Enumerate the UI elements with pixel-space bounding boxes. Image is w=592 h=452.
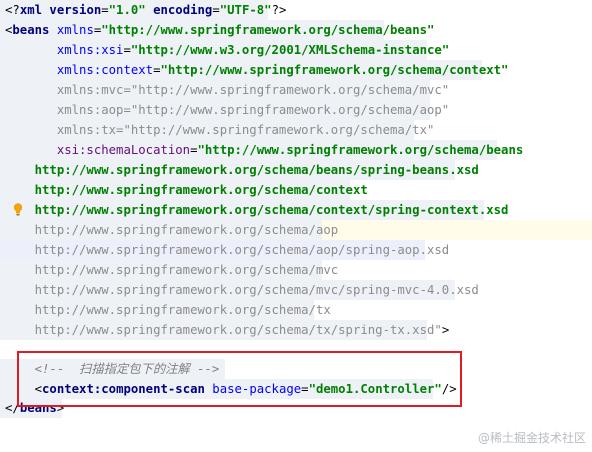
code-token: xmlns:context <box>5 63 154 77</box>
code-token: = <box>212 3 220 17</box>
code-line[interactable]: xsi:schemaLocation="http://www.springfra… <box>5 140 523 160</box>
code-line[interactable]: <beans xmlns="http://www.springframework… <box>5 20 434 40</box>
code-token: xmlns:xsi <box>5 43 124 57</box>
code-line[interactable]: http://www.springframework.org/schema/mv… <box>5 280 479 300</box>
code-line[interactable]: xmlns:tx="http://www.springframework.org… <box>5 120 435 140</box>
code-token: beans <box>12 23 50 37</box>
code-token: "http://www.springframework.org/schema/b… <box>101 23 435 37</box>
code-token: <? <box>5 3 20 17</box>
code-line[interactable]: http://www.springframework.org/schema/tx <box>5 300 331 320</box>
code-token: http://www.springframework.org/schema/tx… <box>5 323 442 337</box>
code-token: xml version <box>19 3 102 17</box>
code-line[interactable]: xmlns:aop="http://www.springframework.or… <box>5 100 449 120</box>
code-token: > <box>441 323 450 337</box>
code-token: "http://www.springframework.org/schema/c… <box>160 63 509 77</box>
code-token: http://www.springframework.org/schema/co… <box>5 203 509 217</box>
code-line[interactable]: http://www.springframework.org/schema/mv… <box>5 260 339 280</box>
code-token: http://www.springframework.org/schema/tx <box>5 303 331 317</box>
code-token: http://www.springframework.org/schema/mv… <box>5 283 479 297</box>
code-token: "http://www.springframework.org/schema/b… <box>197 143 524 157</box>
code-line[interactable]: xmlns:context="http://www.springframewor… <box>5 60 509 80</box>
code-line[interactable]: xmlns:mvc="http://www.springframework.or… <box>5 80 449 100</box>
code-token: ?> <box>271 3 287 17</box>
code-line[interactable]: http://www.springframework.org/schema/be… <box>5 160 479 180</box>
code-token: http://www.springframework.org/schema/ao… <box>5 243 450 257</box>
watermark: @稀土掘金技术社区 <box>477 431 586 445</box>
code-token: http://www.springframework.org/schema/co… <box>5 183 368 197</box>
code-token: = <box>190 143 198 157</box>
code-token: http://www.springframework.org/schema/ao… <box>5 223 339 237</box>
code-token: xmlns:aop="http://www.springframework.or… <box>5 103 450 117</box>
code-token: xmlns <box>49 23 94 37</box>
highlight-box <box>17 351 462 407</box>
code-line[interactable]: <?xml version="1.0" encoding="UTF-8"?> <box>5 0 286 20</box>
code-token: xmlns:tx="http://www.springframework.org… <box>5 123 435 137</box>
code-line[interactable]: http://www.springframework.org/schema/co… <box>5 180 368 200</box>
code-token: "http://www.w3.org/2001/XMLSchema-instan… <box>130 43 450 57</box>
code-line[interactable]: http://www.springframework.org/schema/ao… <box>5 220 339 240</box>
code-token: = <box>101 3 109 17</box>
code-token: xsi:schemaLocation <box>5 143 191 157</box>
code-line[interactable]: xmlns:xsi="http://www.w3.org/2001/XMLSch… <box>5 40 449 60</box>
code-token: xmlns:mvc="http://www.springframework.or… <box>5 83 450 97</box>
code-token: "UTF-8" <box>219 3 272 17</box>
code-token: "1.0" <box>108 3 146 17</box>
code-token: http://www.springframework.org/schema/mv… <box>5 263 339 277</box>
code-token: http://www.springframework.org/schema/be… <box>5 163 479 177</box>
code-token: encoding <box>145 3 213 17</box>
code-line[interactable]: http://www.springframework.org/schema/tx… <box>5 320 450 340</box>
code-line[interactable]: http://www.springframework.org/schema/ao… <box>5 240 450 260</box>
code-token: = <box>123 43 131 57</box>
lightbulb-icon[interactable] <box>13 203 23 216</box>
code-line[interactable]: http://www.springframework.org/schema/co… <box>5 200 509 220</box>
